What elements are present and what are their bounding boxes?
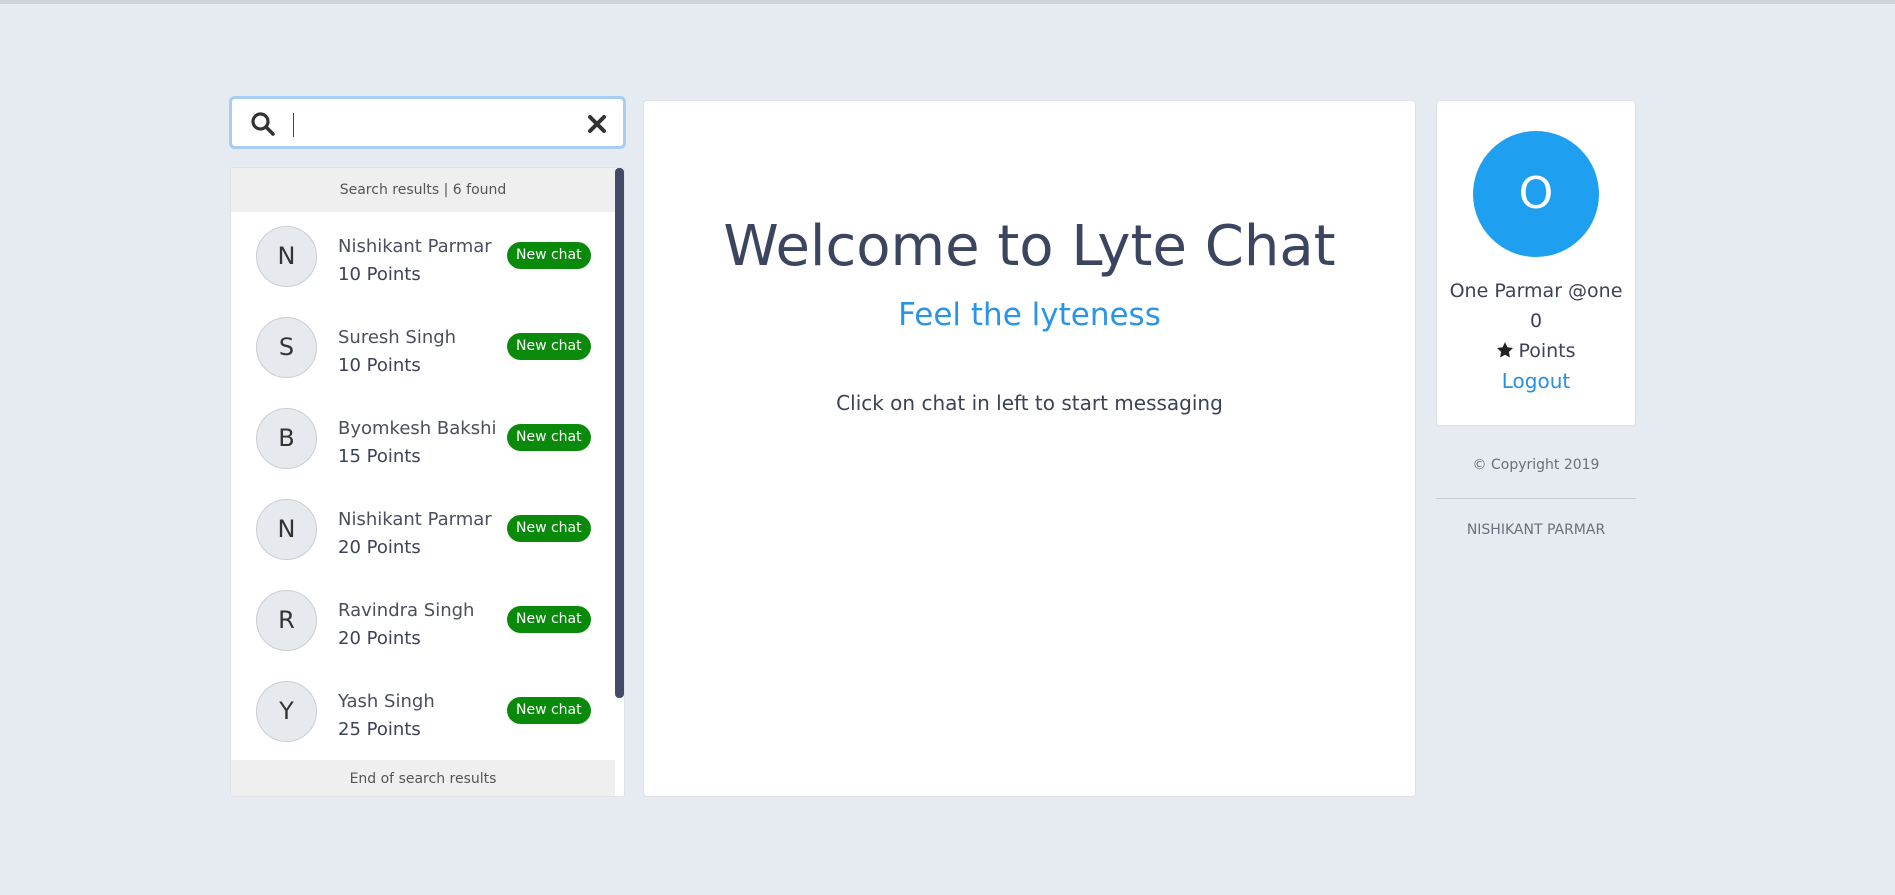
search-results-header: Search results | 6 found	[231, 168, 615, 212]
profile-name: One Parmar @one 0	[1437, 276, 1635, 336]
list-item[interactable]: N Nishikant Parmar 10 Points New chat	[231, 212, 615, 303]
new-chat-button[interactable]: New chat	[507, 333, 591, 360]
user-name: Nishikant Parmar	[338, 236, 492, 257]
search-results-footer: End of search results	[231, 760, 615, 796]
search-icon	[250, 111, 276, 137]
text-caret	[293, 113, 294, 137]
user-points: 20 Points	[338, 537, 421, 558]
user-points: 25 Points	[338, 719, 421, 740]
user-name: Ravindra Singh	[338, 600, 475, 621]
new-chat-button[interactable]: New chat	[507, 242, 591, 269]
list-item[interactable]: B Byomkesh Bakshi 15 Points New chat	[231, 394, 615, 485]
chat-welcome-panel: Welcome to Lyte Chat Feel the lyteness C…	[643, 100, 1416, 797]
new-chat-button[interactable]: New chat	[507, 515, 591, 542]
profile-username: One Parmar @one	[1449, 280, 1623, 302]
star-icon	[1496, 338, 1514, 358]
footer-divider	[1436, 498, 1636, 499]
profile-points-label: Points	[1518, 340, 1576, 362]
avatar: O	[1473, 131, 1599, 257]
author-name: NISHIKANT PARMAR	[1466, 522, 1606, 538]
user-name: Yash Singh	[338, 691, 435, 712]
profile-points: Points	[1437, 336, 1635, 366]
user-points: 20 Points	[338, 628, 421, 649]
copyright-text: © Copyright 2019	[1472, 457, 1600, 473]
list-item[interactable]: S Suresh Singh 10 Points New chat	[231, 303, 615, 394]
user-points: 15 Points	[338, 446, 421, 467]
welcome-subtitle: Feel the lyteness	[898, 297, 1161, 333]
user-name: Suresh Singh	[338, 327, 457, 348]
new-chat-button[interactable]: New chat	[507, 697, 591, 724]
close-icon[interactable]	[585, 112, 609, 136]
avatar: B	[256, 408, 317, 469]
profile-points-value: 0	[1529, 310, 1543, 332]
avatar: R	[256, 590, 317, 651]
welcome-title: Welcome to Lyte Chat	[723, 214, 1336, 279]
new-chat-button[interactable]: New chat	[507, 606, 591, 633]
scrollbar[interactable]	[615, 168, 624, 698]
list-item[interactable]: R Ravindra Singh 20 Points New chat	[231, 576, 615, 667]
avatar: N	[256, 226, 317, 287]
user-name: Nishikant Parmar	[338, 509, 492, 530]
list-item[interactable]: Y Yash Singh 25 Points New chat	[231, 667, 615, 758]
search-results-panel: Search results | 6 found N Nishikant Par…	[230, 167, 625, 797]
search-box[interactable]	[229, 96, 626, 149]
new-chat-button[interactable]: New chat	[507, 424, 591, 451]
user-points: 10 Points	[338, 355, 421, 376]
list-item[interactable]: N Nishikant Parmar 20 Points New chat	[231, 485, 615, 576]
avatar: S	[256, 317, 317, 378]
avatar: Y	[256, 681, 317, 742]
user-name: Byomkesh Bakshi	[338, 418, 497, 439]
welcome-hint: Click on chat in left to start messaging	[836, 391, 1223, 415]
profile-card: O One Parmar @one 0 Points Logout	[1436, 100, 1636, 426]
avatar: N	[256, 499, 317, 560]
search-results-list: N Nishikant Parmar 10 Points New chat S …	[231, 212, 624, 758]
user-points: 10 Points	[338, 264, 421, 285]
search-input[interactable]	[288, 107, 578, 141]
logout-link[interactable]: Logout	[1437, 366, 1635, 396]
